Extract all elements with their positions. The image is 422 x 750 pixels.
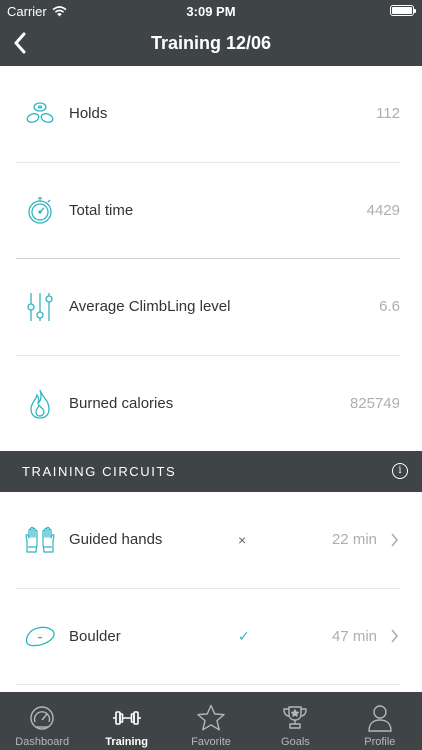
trophy-icon [280,704,310,732]
stat-label: Total time [69,201,134,219]
stat-value: 112 [376,105,400,123]
circuit-duration: 22 min [331,531,377,549]
section-header-training-circuits: TRAINING CIRCUITS i [0,451,422,492]
flame-icon [20,384,60,424]
stat-value: 6.6 [379,298,400,316]
tab-goals[interactable]: Goals [253,692,337,750]
chevron-right-icon [388,626,400,646]
stat-row-total-time: Total time 4429 [16,163,400,259]
training-stats: Holds 112 Total time 4429 Average ClimbL… [0,66,422,452]
circuit-row-guided-hands[interactable]: Guided hands × 22 min [16,492,400,589]
tab-label: Goals [281,736,310,748]
stat-row-average-level: Average ClimbLing level 6.6 [16,259,400,356]
stat-row-burned-calories: Burned calories 825749 [16,356,400,453]
tab-favorite[interactable]: Favorite [169,692,253,750]
stat-row-holds: Holds 112 [16,66,400,163]
cross-icon: × [238,531,247,548]
app-header: Carrier 3:09 PM Training 12/06 [0,0,422,66]
tab-label: Profile [364,736,396,748]
stat-value: 825749 [349,395,400,413]
page-title: Training 12/06 [150,33,272,53]
stat-label: Average ClimbLing level [69,298,231,316]
stopwatch-icon [20,190,60,230]
tab-label: Training [105,736,148,748]
section-title: TRAINING CIRCUITS [22,464,177,479]
tab-training[interactable]: Training [84,692,168,750]
status-bar: Carrier 3:09 PM [0,0,422,22]
check-icon: ✓ [238,627,250,644]
circuit-row-boulder[interactable]: Boulder ✓ 47 min [16,589,400,685]
tab-dashboard[interactable]: Dashboard [0,692,84,750]
tab-label: Dashboard [15,736,70,748]
sliders-icon [20,287,60,327]
star-icon [196,704,226,732]
circuit-duration: 47 min [331,627,377,645]
chevron-right-icon [388,530,400,550]
training-circuits-list: Guided hands × 22 min Boulder ✓ 47 min [0,492,422,685]
holds-icon [20,94,60,134]
battery-icon [390,5,416,16]
tab-bar: Dashboard Training Favorite Goals Profil… [0,692,422,750]
circuit-label: Boulder [69,627,121,645]
tab-label: Favorite [191,736,231,748]
stat-label: Holds [69,105,108,123]
tab-profile[interactable]: Profile [338,692,422,750]
speedometer-icon [27,704,57,732]
person-icon [365,704,395,732]
hands-icon [20,520,60,560]
stat-value: 4429 [366,201,400,219]
boulder-icon [20,616,60,656]
stat-label: Burned calories [69,395,174,413]
status-time: 3:09 PM [186,4,236,19]
info-icon[interactable]: i [392,463,408,479]
circuit-label: Guided hands [69,531,163,549]
dumbbell-icon [112,704,142,732]
